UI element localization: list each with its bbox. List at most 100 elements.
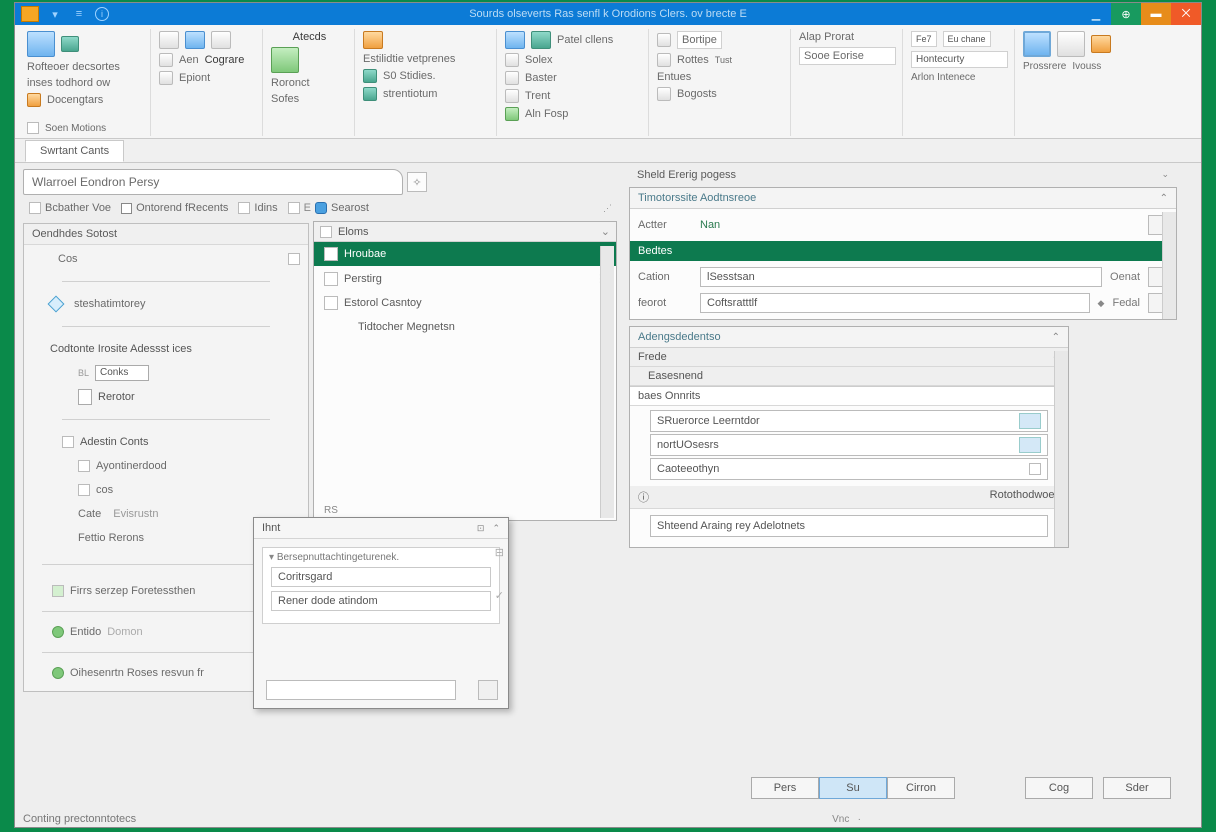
option[interactable]: ESearost	[288, 202, 369, 214]
chevron-up-icon[interactable]: ⌃	[1052, 332, 1060, 343]
icon[interactable]	[505, 71, 519, 85]
minimize-button[interactable]: ▁	[1081, 3, 1111, 25]
sub-header[interactable]: Easesnend	[630, 367, 1068, 386]
list-row[interactable]: nortUOsesrs	[650, 434, 1048, 456]
dialog-titlebar[interactable]: Ihnt ⊡⌃	[254, 518, 508, 539]
list-item[interactable]: Perstirg⋮	[314, 266, 616, 291]
doc-icon[interactable]	[27, 93, 41, 107]
notify-button[interactable]: ▬	[1141, 3, 1171, 25]
button[interactable]: Sder	[1103, 777, 1171, 799]
chevron-up-icon[interactable]: ⌃	[1160, 193, 1168, 204]
primary-button[interactable]: Su	[819, 777, 887, 799]
calendar-icon[interactable]	[1029, 463, 1041, 475]
option-item[interactable]: Rener dode atindom	[271, 591, 491, 611]
qat-help-icon[interactable]: i	[95, 7, 109, 21]
option-item[interactable]: Coritrsgard	[271, 567, 491, 587]
collapse-icon[interactable]: ⌄	[1161, 169, 1169, 181]
dropdown-icon[interactable]: ◆	[1098, 298, 1105, 309]
ribbon-button[interactable]: Bortipe	[677, 31, 722, 49]
section-header[interactable]: Timotorssite Aodtnsreoe ⌃	[630, 188, 1176, 209]
ribbon-label[interactable]: Trent	[525, 90, 550, 102]
icon[interactable]	[159, 53, 173, 67]
page-icon[interactable]	[211, 31, 231, 49]
icon[interactable]	[505, 53, 519, 67]
chevron-up-icon[interactable]: ⌃	[492, 523, 500, 534]
chart-icon[interactable]	[531, 31, 551, 49]
chevron-down-icon[interactable]: ⌄	[601, 225, 610, 238]
list-item[interactable]: Hroubae	[314, 242, 616, 266]
button[interactable]: Pers	[751, 777, 819, 799]
pin-icon[interactable]: ⊡	[477, 523, 485, 534]
tool-icon[interactable]: ⊟	[495, 546, 504, 559]
hat-icon[interactable]	[363, 31, 383, 49]
qat-menu-icon[interactable]: ≡	[71, 6, 87, 22]
list-row[interactable]: SRuerorce Leerntdor	[650, 410, 1048, 432]
icon[interactable]	[505, 89, 519, 103]
list-row[interactable]: Shteend Araing rey Adelotnets	[650, 515, 1048, 537]
scrollbar[interactable]	[1054, 351, 1068, 547]
tree-field[interactable]: BLConks	[32, 365, 300, 381]
qat-dropdown-icon[interactable]: ▾	[47, 6, 63, 22]
text-input[interactable]: lSesstsan	[700, 267, 1102, 287]
query-tab[interactable]: Wlarroel Eondron Persy	[23, 169, 403, 195]
ribbon-button[interactable]: Fe7	[911, 31, 937, 47]
sub-header[interactable]: ⓘ Rotothodwoes	[630, 486, 1068, 509]
list-item[interactable]: Tidtocher Megnetsn	[314, 315, 616, 339]
option[interactable]: Bcbather Voe	[29, 202, 111, 214]
close-button[interactable]: ⨉	[1171, 3, 1201, 25]
maximize-button[interactable]: ⊕	[1111, 3, 1141, 25]
filter-icon[interactable]	[657, 53, 671, 67]
list-icon[interactable]	[657, 33, 671, 47]
icon[interactable]	[159, 71, 173, 85]
tool-icon[interactable]	[1023, 31, 1051, 57]
tab-active[interactable]: Swrtant Cants	[25, 140, 124, 162]
icon[interactable]	[657, 87, 671, 101]
folder-icon[interactable]	[27, 31, 55, 57]
tree-node[interactable]: Adestin Conts	[32, 434, 300, 450]
option[interactable]: Ontorend fRecents	[121, 202, 228, 214]
doc-icon[interactable]	[159, 31, 179, 49]
tree-node[interactable]: Ayontinerdood	[32, 458, 300, 474]
text-input[interactable]	[78, 389, 92, 405]
ribbon-label[interactable]: Baster	[525, 72, 557, 84]
action-link[interactable]: Fedal	[1112, 297, 1140, 309]
section-header[interactable]: Adengsdedentso ⌃	[630, 327, 1068, 348]
filter-input[interactable]	[266, 680, 456, 700]
option[interactable]: Idins	[238, 202, 277, 214]
ribbon-label[interactable]: Cograre	[205, 54, 245, 66]
ribbon-label[interactable]: Aln Fosp	[525, 108, 568, 120]
link-icon[interactable]	[363, 69, 377, 83]
list-item[interactable]: Estorol Casntoy▾	[314, 291, 616, 315]
text-input[interactable]: Coftsratttlf	[700, 293, 1090, 313]
page-icon[interactable]	[185, 31, 205, 49]
ribbon-button[interactable]: Hontecurty	[911, 51, 1008, 68]
sub-header[interactable]: Frede⌄	[630, 348, 1068, 367]
button[interactable]: Cog	[1025, 777, 1093, 799]
ribbon-button[interactable]: Sooe Eorise	[799, 47, 896, 65]
apply-button[interactable]	[478, 680, 498, 700]
grid-icon[interactable]	[505, 31, 525, 49]
link-icon[interactable]	[363, 87, 377, 101]
text-input[interactable]: Conks	[95, 365, 149, 381]
ribbon-label[interactable]: Rottes	[677, 54, 709, 66]
checkbox-icon[interactable]	[27, 122, 39, 134]
check-icon[interactable]: ✓	[495, 589, 504, 602]
stack-icon[interactable]	[61, 36, 79, 52]
button[interactable]: Cirron	[887, 777, 955, 799]
person-icon[interactable]	[271, 47, 299, 73]
tree-node[interactable]: steshatimtorey	[32, 296, 300, 312]
ribbon-button[interactable]: Eu chane	[943, 31, 991, 47]
tree-node[interactable]: Cos	[32, 251, 300, 267]
icon[interactable]	[1091, 35, 1111, 53]
action-link[interactable]: Oenat	[1110, 271, 1140, 283]
ribbon-label[interactable]: Solex	[525, 54, 553, 66]
chevron-icon[interactable]: ⋰	[603, 203, 612, 214]
tree-node[interactable]: cos	[32, 482, 300, 498]
scrollbar[interactable]	[1162, 212, 1176, 319]
tool-icon[interactable]	[1057, 31, 1085, 57]
refresh-icon[interactable]	[505, 107, 519, 121]
list-row[interactable]: Caoteeothyn	[650, 458, 1048, 480]
new-tab-button[interactable]: ✧	[407, 172, 427, 192]
tree-field[interactable]: Rerotor	[32, 389, 300, 405]
scrollbar[interactable]	[600, 246, 614, 518]
